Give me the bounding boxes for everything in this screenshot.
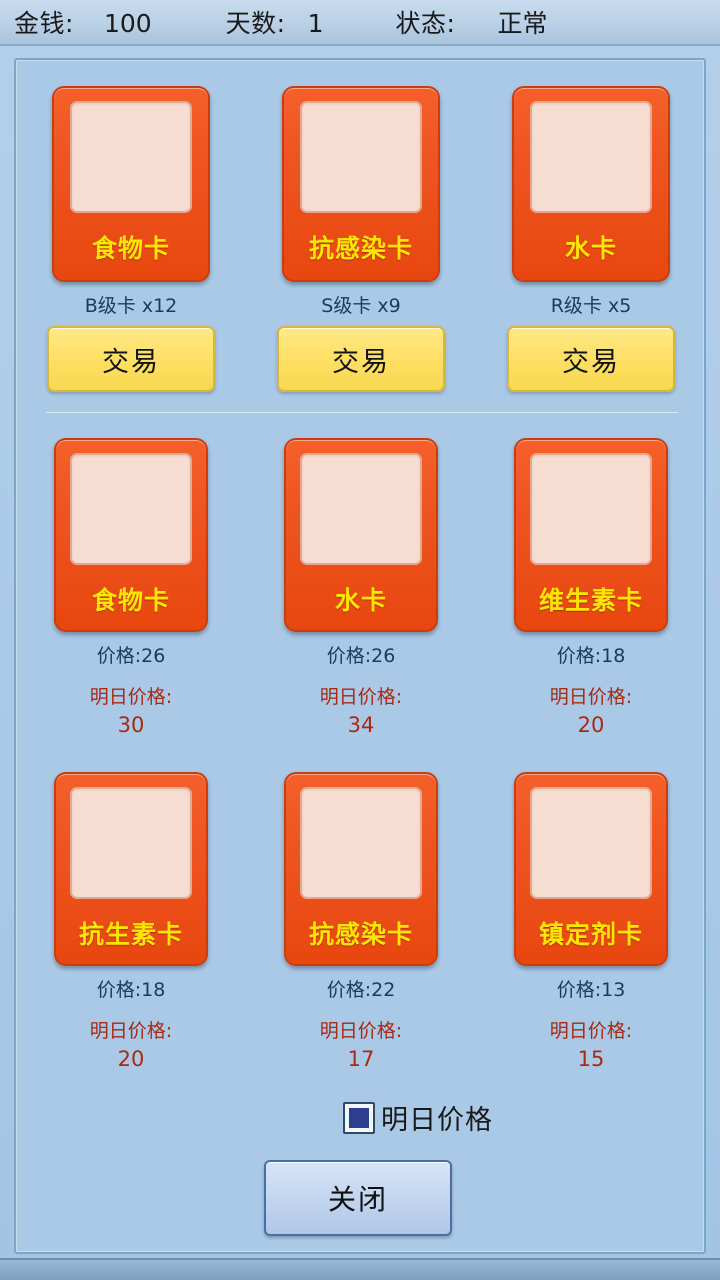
day-value: 1 (307, 9, 324, 38)
trade-button-1[interactable]: 交易 (277, 326, 445, 392)
tomorrow-price-value: 34 (347, 713, 375, 737)
card-art-icon (70, 101, 192, 213)
inventory-stock: B级卡 x12 (84, 295, 178, 317)
market-price: 价格:26 (326, 645, 396, 667)
market-price: 价格:18 (96, 979, 166, 1001)
market-cell-0-1: 水卡 价格:26 明日价格: 34 (246, 438, 476, 737)
tomorrow-price-label: 明日价格: (89, 686, 173, 708)
market-price: 价格:13 (556, 979, 626, 1001)
card-name: 抗生素卡 (78, 920, 183, 949)
inventory-card-1[interactable]: 抗感染卡 (282, 86, 440, 282)
market-row-1: 抗生素卡 价格:18 明日价格: 20 抗感染卡 价格:22 明日价格: 17 … (16, 772, 708, 1071)
state-status: 状态: 正常 (396, 4, 548, 40)
inventory-cell-0: 食物卡 B级卡 x12 交易 (16, 86, 246, 392)
card-art-icon (300, 101, 422, 213)
card-art-icon (530, 787, 652, 899)
card-name: 水卡 (334, 586, 387, 615)
market-price: 价格:26 (96, 645, 166, 667)
tomorrow-price-label: 明日价格: (549, 686, 633, 708)
inventory-stock: S级卡 x9 (321, 295, 401, 317)
state-label: 状态: (395, 9, 456, 38)
card-art-icon (530, 101, 652, 213)
card-name: 抗感染卡 (308, 920, 413, 949)
market-card-1-0[interactable]: 抗生素卡 (54, 772, 208, 966)
tomorrow-price-label: 明日价格: (319, 1020, 403, 1042)
tomorrow-price-value: 17 (347, 1047, 375, 1071)
day-status: 天数: 1 (226, 4, 324, 40)
card-name: 抗感染卡 (308, 234, 413, 263)
card-name: 食物卡 (91, 586, 170, 615)
game-screen: 金钱: 100 天数: 1 状态: 正常 食物卡 B级卡 x12 交易 抗感染卡… (0, 0, 720, 1280)
tomorrow-price-toggle-row: 明日价格 (16, 1098, 708, 1137)
trade-button-0[interactable]: 交易 (47, 326, 215, 392)
day-label: 天数: (225, 9, 286, 38)
tomorrow-price-value: 20 (577, 713, 605, 737)
market-row-0: 食物卡 价格:26 明日价格: 30 水卡 价格:26 明日价格: 34 维生素… (16, 438, 708, 737)
card-name: 镇定剂卡 (538, 920, 643, 949)
money-status: 金钱: 100 (14, 4, 152, 40)
market-card-0-1[interactable]: 水卡 (284, 438, 438, 632)
tomorrow-price-checkbox-label: 明日价格 (381, 1105, 493, 1136)
tomorrow-price-label: 明日价格: (89, 1020, 173, 1042)
inventory-card-2[interactable]: 水卡 (512, 86, 670, 282)
tomorrow-price-value: 20 (117, 1047, 145, 1071)
tomorrow-price-label: 明日价格: (319, 686, 403, 708)
card-name: 维生素卡 (538, 586, 643, 615)
market-cell-1-2: 镇定剂卡 价格:13 明日价格: 15 (476, 772, 706, 1071)
tomorrow-price-value: 15 (577, 1047, 605, 1071)
inventory-cell-2: 水卡 R级卡 x5 交易 (476, 86, 706, 392)
card-art-icon (70, 453, 192, 565)
tomorrow-price-value: 30 (117, 713, 145, 737)
inventory-row: 食物卡 B级卡 x12 交易 抗感染卡 S级卡 x9 交易 水卡 R级卡 x5 (16, 86, 708, 392)
state-value: 正常 (497, 9, 548, 38)
market-card-0-0[interactable]: 食物卡 (54, 438, 208, 632)
card-art-icon (300, 453, 422, 565)
trade-button-2[interactable]: 交易 (507, 326, 675, 392)
status-bar: 金钱: 100 天数: 1 状态: 正常 (0, 0, 720, 46)
money-label: 金钱: (14, 9, 74, 38)
market-cell-0-0: 食物卡 价格:26 明日价格: 30 (16, 438, 246, 737)
market-cell-1-1: 抗感染卡 价格:22 明日价格: 17 (246, 772, 476, 1071)
card-name: 食物卡 (91, 234, 170, 263)
inventory-card-0[interactable]: 食物卡 (52, 86, 210, 282)
card-art-icon (300, 787, 422, 899)
market-cell-1-0: 抗生素卡 价格:18 明日价格: 20 (16, 772, 246, 1071)
inventory-stock: R级卡 x5 (550, 295, 632, 317)
market-card-1-2[interactable]: 镇定剂卡 (514, 772, 668, 966)
bottom-bar (0, 1258, 720, 1280)
tomorrow-price-label: 明日价格: (549, 1020, 633, 1042)
card-name: 水卡 (564, 234, 617, 263)
market-card-1-1[interactable]: 抗感染卡 (284, 772, 438, 966)
inventory-cell-1: 抗感染卡 S级卡 x9 交易 (246, 86, 476, 392)
market-card-0-2[interactable]: 维生素卡 (514, 438, 668, 632)
money-value: 100 (103, 9, 152, 38)
market-price: 价格:22 (326, 979, 396, 1001)
card-art-icon (70, 787, 192, 899)
card-art-icon (530, 453, 652, 565)
market-price: 价格:18 (556, 645, 626, 667)
close-button[interactable]: 关闭 (264, 1160, 452, 1236)
checkbox-checked-icon (349, 1107, 369, 1128)
trade-panel: 食物卡 B级卡 x12 交易 抗感染卡 S级卡 x9 交易 水卡 R级卡 x5 (14, 58, 706, 1254)
market-cell-0-2: 维生素卡 价格:18 明日价格: 20 (476, 438, 706, 737)
tomorrow-price-checkbox[interactable] (343, 1101, 375, 1134)
section-divider (46, 412, 678, 413)
